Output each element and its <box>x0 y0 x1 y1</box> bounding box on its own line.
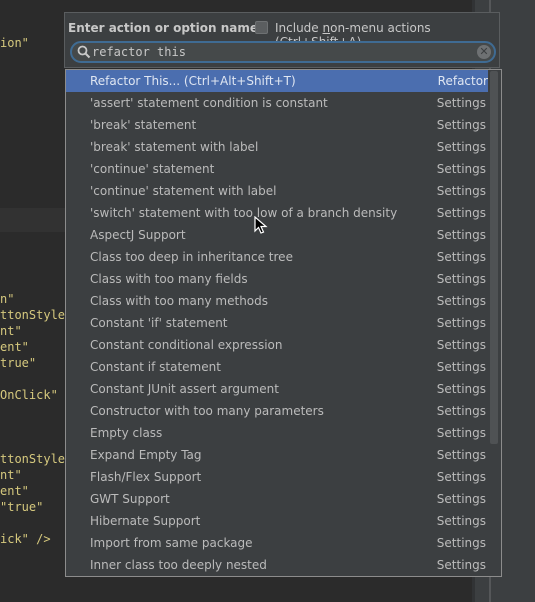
result-item-group: Settings <box>436 228 486 242</box>
result-item-group: Settings <box>436 470 486 484</box>
result-item-group: Settings <box>436 96 486 110</box>
search-icon <box>77 45 91 59</box>
result-item-name: Inner class too deeply nested <box>90 558 267 572</box>
result-item-group: Settings <box>436 250 486 264</box>
result-item[interactable]: GWT Support Settings <box>66 488 501 510</box>
result-item[interactable]: Class with too many methods Settings <box>66 290 501 312</box>
find-action-label: Enter action or option name: <box>68 21 263 35</box>
results-scrollbar-track[interactable] <box>490 70 500 576</box>
result-item[interactable]: 'assert' statement condition is constant… <box>66 92 501 114</box>
result-item-group: Settings <box>436 448 486 462</box>
result-item[interactable]: Import from same package Settings <box>66 532 501 554</box>
search-input[interactable] <box>92 44 472 60</box>
result-item-group: Settings <box>436 404 486 418</box>
code-line: n" <box>0 292 15 306</box>
code-line: ick" /> <box>0 532 51 546</box>
result-item-group: Settings <box>436 118 486 132</box>
result-item-name: 'switch' statement with too low of a bra… <box>90 206 398 220</box>
result-item[interactable]: 'break' statement Settings <box>66 114 501 136</box>
result-item-group: Settings <box>436 382 486 396</box>
code-line: true" <box>0 356 37 370</box>
code-line: ion" <box>0 36 29 50</box>
result-item-name: Hibernate Support <box>90 514 201 528</box>
result-item[interactable]: Inner class too deeply nested Settings <box>66 554 501 576</box>
result-item-group: Settings <box>436 558 486 572</box>
mouse-pointer-icon <box>254 216 268 234</box>
result-item-name: Empty class <box>90 426 163 440</box>
result-item-name: Constant conditional expression <box>90 338 283 352</box>
code-line: ttonStyle" <box>0 452 73 466</box>
result-item[interactable]: 'break' statement with label Settings <box>66 136 501 158</box>
code-line: ttonStyle" <box>0 308 73 322</box>
code-line: nt" <box>0 324 22 338</box>
result-item-name: 'continue' statement <box>90 162 215 176</box>
result-item[interactable]: Constant 'if' statement Settings <box>66 312 501 334</box>
code-line: ent" <box>0 484 29 498</box>
result-item-group: Settings <box>436 206 486 220</box>
result-item[interactable]: Flash/Flex Support Settings <box>66 466 501 488</box>
result-item[interactable]: Hibernate Support Settings <box>66 510 501 532</box>
result-item-name: Constructor with too many parameters <box>90 404 324 418</box>
result-item-group: Settings <box>436 360 486 374</box>
result-item-group: Settings <box>436 140 486 154</box>
result-item[interactable]: Empty class Settings <box>66 422 501 444</box>
result-item-name: AspectJ Support <box>90 228 186 242</box>
result-item-selected[interactable]: Refactor This... (Ctrl+Alt+Shift+T) Refac… <box>66 70 488 92</box>
result-item[interactable]: Constant JUnit assert argument Settings <box>66 378 501 400</box>
code-line: nt" <box>0 468 22 482</box>
result-item-name: 'continue' statement with label <box>90 184 277 198</box>
result-item-group: Settings <box>436 184 486 198</box>
result-item-name: Class too deep in inheritance tree <box>90 250 293 264</box>
result-item[interactable]: Constant conditional expression Settings <box>66 334 501 356</box>
result-item-group: Settings <box>436 162 486 176</box>
result-item-group: Settings <box>436 514 486 528</box>
result-item-group: Settings <box>436 294 486 308</box>
result-item[interactable]: Class too deep in inheritance tree Settin… <box>66 246 501 268</box>
result-item-group: Settings <box>436 272 486 286</box>
result-item[interactable]: AspectJ Support Settings <box>66 224 501 246</box>
result-item-group: Settings <box>436 316 486 330</box>
results-list[interactable]: Refactor This... (Ctrl+Alt+Shift+T) Refac… <box>65 69 502 577</box>
result-item[interactable]: 'continue' statement Settings <box>66 158 501 180</box>
results-scrollbar-thumb[interactable] <box>490 71 498 444</box>
result-item-name: Class with too many fields <box>90 272 248 286</box>
result-item-group: Settings <box>436 338 486 352</box>
include-non-menu-checkbox[interactable] <box>255 21 268 34</box>
result-item[interactable]: Expand Empty Tag Settings <box>66 444 501 466</box>
result-item-name: Constant if statement <box>90 360 221 374</box>
result-item-group: Settings <box>436 492 486 506</box>
result-item[interactable]: Constructor with too many parameters Sett… <box>66 400 501 422</box>
result-item-name: Constant JUnit assert argument <box>90 382 279 396</box>
result-item[interactable]: Class with too many fields Settings <box>66 268 501 290</box>
result-item-group: Refactor <box>437 74 488 88</box>
result-item-name: Refactor This... (Ctrl+Alt+Shift+T) <box>90 74 296 88</box>
code-line: ent" <box>0 340 29 354</box>
result-item-name: Expand Empty Tag <box>90 448 202 462</box>
result-item-group: Settings <box>436 426 486 440</box>
find-action-header: Enter action or option name: Include non… <box>64 12 500 68</box>
result-item-name: GWT Support <box>90 492 170 506</box>
result-item-name: Import from same package <box>90 536 253 550</box>
result-item[interactable]: 'switch' statement with too low of a bra… <box>66 202 501 224</box>
result-item-name: 'break' statement with label <box>90 140 259 154</box>
clear-icon[interactable]: ✕ <box>477 45 491 59</box>
result-item-name: Class with too many methods <box>90 294 269 308</box>
result-item-name: 'assert' statement condition is constant <box>90 96 328 110</box>
result-item[interactable]: 'continue' statement with label Settings <box>66 180 501 202</box>
result-item-name: 'break' statement <box>90 118 197 132</box>
result-item-group: Settings <box>436 536 486 550</box>
result-item-name: Flash/Flex Support <box>90 470 202 484</box>
search-field[interactable]: ✕ <box>70 41 496 63</box>
result-item-name: Constant 'if' statement <box>90 316 228 330</box>
result-item[interactable]: Constant if statement Settings <box>66 356 501 378</box>
code-line: "true" <box>0 500 44 514</box>
